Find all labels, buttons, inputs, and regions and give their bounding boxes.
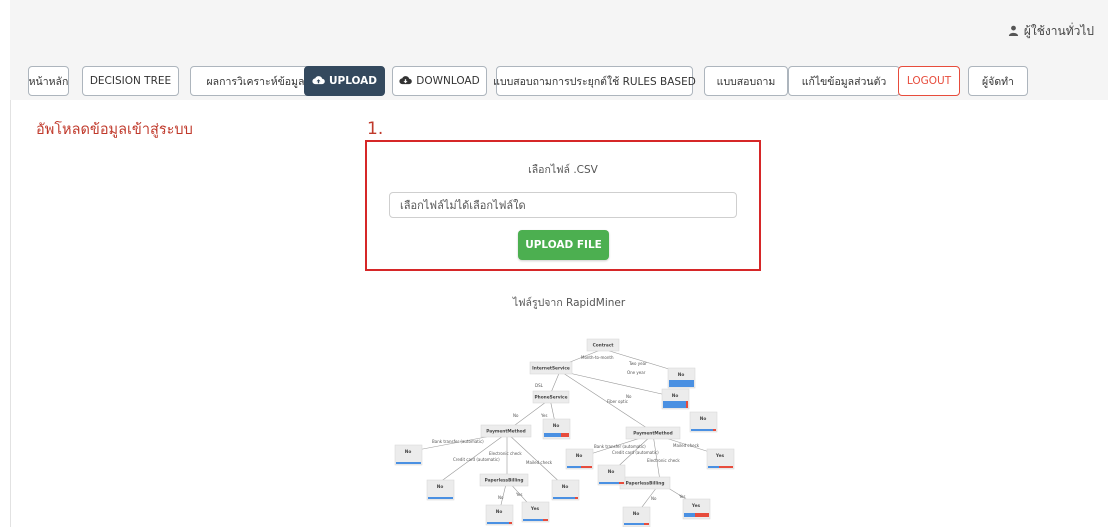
nav-upload[interactable]: UPLOAD xyxy=(304,66,385,96)
svg-text:Credit card (automatic): Credit card (automatic) xyxy=(453,457,500,462)
svg-text:Two year: Two year xyxy=(628,361,647,366)
nav-upload-label: UPLOAD xyxy=(328,75,378,87)
svg-text:Mailed check: Mailed check xyxy=(526,460,553,465)
choose-file-label: เลือกไฟล์ .CSV xyxy=(528,164,598,176)
nav-analysis[interactable]: ผลการวิเคราะห์ข้อมูล xyxy=(190,66,321,96)
svg-text:No: No xyxy=(553,423,560,429)
svg-text:No: No xyxy=(678,372,685,378)
svg-text:No: No xyxy=(633,511,640,517)
svg-text:No: No xyxy=(513,413,519,418)
rapidminer-caption: ไฟล์รูปจาก RapidMiner xyxy=(512,297,626,309)
svg-text:Yes: Yes xyxy=(715,453,725,459)
nav-decision-tree[interactable]: DECISION TREE xyxy=(82,66,179,96)
step-number: 1. xyxy=(367,119,384,139)
upload-file-button[interactable]: UPLOAD FILE xyxy=(518,230,609,260)
nav-authors[interactable]: ผู้จัดทำ xyxy=(968,66,1028,96)
nav-edit-profile-label: แก้ไขข้อมูลส่วนตัว xyxy=(801,75,887,88)
svg-text:No: No xyxy=(405,449,412,455)
svg-text:Electronic check: Electronic check xyxy=(489,451,522,456)
svg-text:No: No xyxy=(576,453,583,459)
page-title: อัพโหลดข้อมูลเข้าสู่ระบบ xyxy=(36,122,193,138)
svg-text:No: No xyxy=(672,393,679,399)
user-icon xyxy=(1008,25,1019,39)
svg-text:Yes: Yes xyxy=(691,503,701,509)
svg-text:PaymentMethod: PaymentMethod xyxy=(486,429,525,435)
svg-text:No: No xyxy=(562,484,569,490)
svg-text:No: No xyxy=(496,509,503,515)
nav-authors-label: ผู้จัดทำ xyxy=(982,75,1014,88)
cloud-download-icon xyxy=(399,75,413,88)
file-input[interactable]: เลือกไฟล์ไม่ได้เลือกไฟล์ใด xyxy=(389,192,737,218)
svg-text:No: No xyxy=(700,416,707,422)
rapidminer-tree-image: Month-to-month Two year One year DSL No … xyxy=(385,335,745,528)
nav-home-label: หน้าหลัก xyxy=(28,75,69,88)
svg-text:Yes: Yes xyxy=(678,494,685,499)
svg-text:Yes: Yes xyxy=(540,413,547,418)
svg-text:No: No xyxy=(437,484,444,490)
user-name: ผู้ใช้งานทั่วไป xyxy=(1023,24,1094,38)
nav-rules-survey-label: แบบสอบถามการประยุกต์ใช้ RULES BASED xyxy=(493,75,696,88)
svg-text:Credit card (automatic): Credit card (automatic) xyxy=(612,450,659,455)
nav-logout-label: LOGOUT xyxy=(906,75,952,87)
svg-text:No: No xyxy=(608,469,615,475)
svg-text:No: No xyxy=(651,496,657,501)
svg-text:DSL: DSL xyxy=(535,383,544,388)
svg-text:Bank transfer (automatic): Bank transfer (automatic) xyxy=(594,444,646,449)
upload-panel: เลือกไฟล์ .CSV เลือกไฟล์ไม่ได้เลือกไฟล์ใ… xyxy=(365,140,761,271)
svg-text:Electronic check: Electronic check xyxy=(647,458,680,463)
svg-text:Bank transfer (automatic): Bank transfer (automatic) xyxy=(432,439,484,444)
svg-text:Fiber optic: Fiber optic xyxy=(607,399,628,404)
nav-decision-tree-label: DECISION TREE xyxy=(89,75,172,87)
svg-text:Yes: Yes xyxy=(530,506,540,512)
cloud-upload-icon xyxy=(312,75,325,88)
svg-text:Month-to-month: Month-to-month xyxy=(581,355,614,360)
nav-home[interactable]: หน้าหลัก xyxy=(28,66,69,96)
nav-survey[interactable]: แบบสอบถาม xyxy=(704,66,788,96)
svg-text:Yes: Yes xyxy=(515,492,522,497)
nav-download-label: DOWNLOAD xyxy=(416,75,480,87)
svg-text:No: No xyxy=(498,495,504,500)
svg-text:Mailed check: Mailed check xyxy=(673,443,700,448)
nav-rules-survey[interactable]: แบบสอบถามการประยุกต์ใช้ RULES BASED xyxy=(493,66,696,96)
file-input-value: เลือกไฟล์ไม่ได้เลือกไฟล์ใด xyxy=(400,199,526,212)
svg-text:One year: One year xyxy=(627,370,646,375)
svg-text:PaperlessBilling: PaperlessBilling xyxy=(626,481,665,487)
svg-text:PhoneService: PhoneService xyxy=(535,395,568,401)
svg-text:PaperlessBilling: PaperlessBilling xyxy=(485,478,524,484)
svg-text:Contract: Contract xyxy=(593,343,614,349)
user-menu[interactable]: ผู้ใช้งานทั่วไป xyxy=(1008,22,1094,41)
nav-edit-profile[interactable]: แก้ไขข้อมูลส่วนตัว xyxy=(788,66,900,96)
nav-survey-label: แบบสอบถาม xyxy=(716,75,776,88)
svg-text:PaymentMethod: PaymentMethod xyxy=(633,431,672,437)
svg-text:InternetService: InternetService xyxy=(532,366,570,372)
nav-logout[interactable]: LOGOUT xyxy=(898,66,960,96)
nav-analysis-label: ผลการวิเคราะห์ข้อมูล xyxy=(206,75,305,88)
nav-download[interactable]: DOWNLOAD xyxy=(392,66,487,96)
